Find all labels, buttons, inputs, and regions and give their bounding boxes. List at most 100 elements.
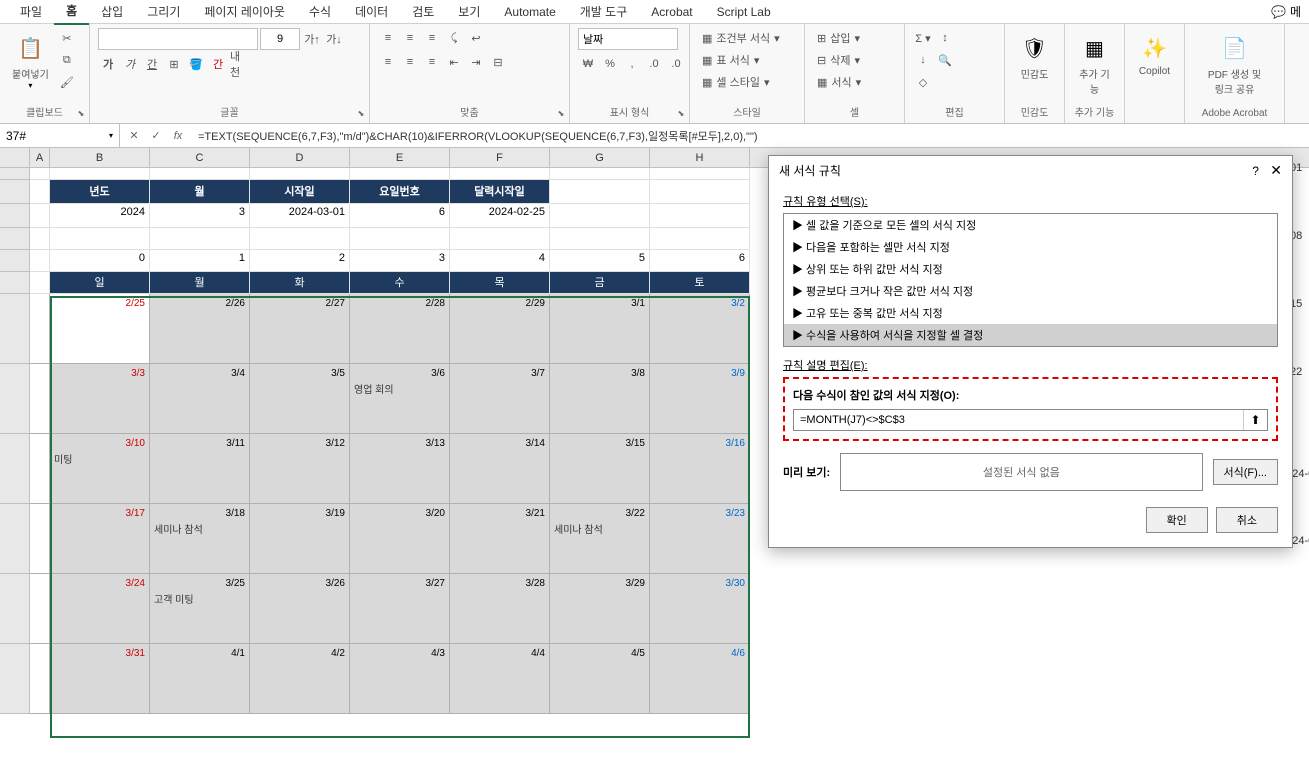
tab-insert[interactable]: 삽입 [89, 0, 135, 24]
cell-start-value[interactable]: 2024-03-01 [250, 204, 350, 228]
cell-month-header[interactable]: 월 [150, 180, 250, 204]
cell[interactable] [30, 204, 50, 228]
tab-automate[interactable]: Automate [492, 1, 567, 23]
calendar-cell[interactable]: 4/2 [250, 644, 350, 714]
row-header[interactable] [0, 644, 30, 714]
border-button[interactable]: ⊞ [164, 54, 184, 74]
tab-page-layout[interactable]: 페이지 레이아웃 [192, 0, 297, 24]
calendar-cell[interactable]: 3/2 [650, 294, 750, 364]
calendar-cell[interactable]: 3/9 [650, 364, 750, 434]
row-header[interactable] [0, 504, 30, 574]
rule-item[interactable]: ▶ 상위 또는 하위 값만 서식 지정 [784, 258, 1277, 280]
cell[interactable] [550, 168, 650, 180]
increase-font-button[interactable]: 가↑ [302, 29, 322, 49]
cell[interactable] [50, 228, 150, 250]
calendar-cell[interactable]: 3/31 [50, 644, 150, 714]
col-header-F[interactable]: F [450, 148, 550, 167]
calendar-cell[interactable]: 3/22세미나 참석 [550, 504, 650, 574]
align-top-button[interactable]: ≡ [378, 28, 398, 48]
cell[interactable] [450, 168, 550, 180]
clipboard-launcher[interactable]: ⬊ [75, 109, 87, 121]
cell-daynum[interactable]: 3 [350, 250, 450, 272]
calendar-cell[interactable]: 3/11 [150, 434, 250, 504]
cell[interactable] [30, 272, 50, 294]
col-header-G[interactable]: G [550, 148, 650, 167]
calendar-cell[interactable]: 3/14 [450, 434, 550, 504]
cell-style-button[interactable]: ▦셀 스타일 ▾ [698, 72, 773, 92]
rule-item[interactable]: ▶ 셀 값을 기준으로 모든 셀의 서식 지정 [784, 214, 1277, 236]
calendar-cell[interactable]: 3/19 [250, 504, 350, 574]
fx-button[interactable]: fx [168, 126, 188, 146]
calendar-cell[interactable]: 3/29 [550, 574, 650, 644]
autosum-button[interactable]: Σ ▾ [913, 28, 933, 48]
calendar-cell[interactable]: 3/16 [650, 434, 750, 504]
alignment-launcher[interactable]: ⬊ [555, 109, 567, 121]
tab-formula[interactable]: 수식 [297, 0, 343, 24]
formula-input[interactable]: =TEXT(SEQUENCE(6,7,F3),"m/d")&CHAR(10)&I… [192, 128, 1309, 144]
calendar-cell[interactable]: 3/6영업 회의 [350, 364, 450, 434]
cell-dayname[interactable]: 토 [650, 272, 750, 294]
fill-color-button[interactable]: 🪣 [186, 54, 206, 74]
calendar-cell[interactable]: 2/26 [150, 294, 250, 364]
comment-icon[interactable]: 💬 [1271, 5, 1286, 19]
calendar-cell[interactable]: 3/12 [250, 434, 350, 504]
copy-button[interactable]: ⧉ [57, 50, 77, 70]
paste-button[interactable]: 📋 붙여넣기 ▾ [8, 28, 53, 94]
align-center-button[interactable]: ≡ [400, 52, 420, 72]
fill-button[interactable]: ↓ [913, 50, 933, 70]
rule-item[interactable]: ▶ 평균보다 크거나 작은 값만 서식 지정 [784, 280, 1277, 302]
cell[interactable] [30, 644, 50, 714]
calendar-cell[interactable]: 3/26 [250, 574, 350, 644]
align-middle-button[interactable]: ≡ [400, 28, 420, 48]
table-format-button[interactable]: ▦표 서식 ▾ [698, 50, 763, 70]
wrap-text-button[interactable]: ↩ [466, 28, 486, 48]
calendar-cell[interactable]: 4/1 [150, 644, 250, 714]
sort-filter-button[interactable]: ↕ [935, 28, 955, 48]
rule-item[interactable]: ▶ 다음을 포함하는 셀만 서식 지정 [784, 236, 1277, 258]
cell-daynum[interactable]: 1 [150, 250, 250, 272]
tab-acrobat[interactable]: Acrobat [639, 1, 704, 23]
cancel-button[interactable]: 취소 [1216, 507, 1278, 533]
cell-dayno-value[interactable]: 6 [350, 204, 450, 228]
rule-type-list[interactable]: ▶ 셀 값을 기준으로 모든 셀의 서식 지정 ▶ 다음을 포함하는 셀만 서식… [783, 213, 1278, 347]
row-header[interactable] [0, 228, 30, 250]
calendar-cell[interactable]: 3/8 [550, 364, 650, 434]
col-header-D[interactable]: D [250, 148, 350, 167]
row-header[interactable] [0, 180, 30, 204]
calendar-cell[interactable]: 3/10미팅 [50, 434, 150, 504]
font-color-button[interactable]: 간 [208, 54, 228, 74]
calendar-cell[interactable]: 3/30 [650, 574, 750, 644]
calendar-cell[interactable]: 3/23 [650, 504, 750, 574]
number-launcher[interactable]: ⬊ [675, 109, 687, 121]
pdf-create-button[interactable]: 📄 PDF 생성 및링크 공유 [1193, 28, 1276, 100]
calendar-cell[interactable]: 2/27 [250, 294, 350, 364]
row-header[interactable] [0, 204, 30, 228]
italic-button[interactable]: 가 [120, 54, 140, 74]
cell[interactable] [650, 180, 750, 204]
calendar-cell[interactable]: 3/13 [350, 434, 450, 504]
cell[interactable] [30, 250, 50, 272]
decrease-indent-button[interactable]: ⇤ [444, 52, 464, 72]
calendar-cell[interactable]: 3/7 [450, 364, 550, 434]
cell-daynum[interactable]: 4 [450, 250, 550, 272]
cell[interactable] [150, 168, 250, 180]
align-right-button[interactable]: ≡ [422, 52, 442, 72]
calendar-cell[interactable]: 4/6 [650, 644, 750, 714]
cell-dayno-header[interactable]: 요일번호 [350, 180, 450, 204]
row-header[interactable] [0, 434, 30, 504]
row-header[interactable] [0, 168, 30, 180]
underline-button[interactable]: 간 [142, 54, 162, 74]
cell[interactable] [30, 228, 50, 250]
dialog-help-button[interactable]: ? [1252, 164, 1259, 178]
calendar-cell[interactable]: 3/20 [350, 504, 450, 574]
cell[interactable] [550, 180, 650, 204]
tab-draw[interactable]: 그리기 [135, 0, 192, 24]
cell-dayname[interactable]: 월 [150, 272, 250, 294]
cell-daynum[interactable]: 6 [650, 250, 750, 272]
calendar-cell[interactable]: 2/28 [350, 294, 450, 364]
cell-calstart-header[interactable]: 달력시작일 [450, 180, 550, 204]
align-bottom-button[interactable]: ≡ [422, 28, 442, 48]
tab-review[interactable]: 검토 [400, 0, 446, 24]
cell[interactable] [350, 168, 450, 180]
cell-month-value[interactable]: 3 [150, 204, 250, 228]
